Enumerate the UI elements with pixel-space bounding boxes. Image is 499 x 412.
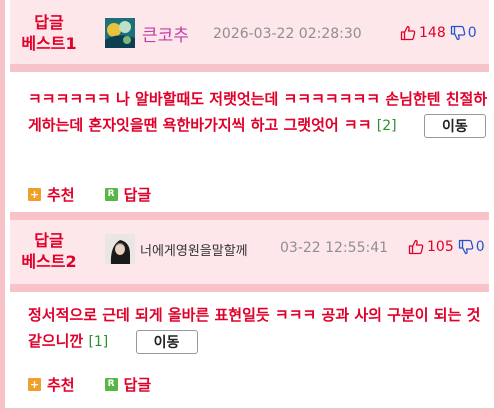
plus-icon: + bbox=[28, 188, 41, 201]
upvote-button[interactable]: 105 bbox=[408, 239, 454, 255]
best-label-line1: 답글 bbox=[34, 231, 64, 250]
recommend-button[interactable]: + 추천 bbox=[28, 374, 75, 395]
upvote-count: 105 bbox=[427, 239, 454, 255]
downvote-button[interactable]: 0 bbox=[458, 239, 485, 255]
divider bbox=[10, 64, 489, 72]
downvote-count: 0 bbox=[467, 25, 477, 41]
reply-button[interactable]: R 답글 bbox=[104, 374, 152, 395]
thumbs-down-icon bbox=[458, 239, 474, 255]
comment-header: 답글 베스트2 너에게영원을말할께 03-22 12:55:41 105 0 bbox=[10, 220, 489, 284]
comment-actions: + 추천 R 답글 bbox=[28, 374, 181, 395]
avatar[interactable] bbox=[105, 18, 135, 48]
nickname[interactable]: 큰코추 bbox=[142, 21, 189, 46]
thumbs-up-icon bbox=[400, 25, 416, 41]
recommend-button[interactable]: + 추천 bbox=[28, 184, 75, 205]
nickname[interactable]: 너에게영원을말할께 bbox=[140, 240, 248, 259]
best-label-line2: 베스트1 bbox=[21, 34, 77, 53]
move-button[interactable]: 이동 bbox=[135, 329, 198, 354]
reply-button[interactable]: R 답글 bbox=[104, 184, 152, 205]
best-label-line2: 베스트2 bbox=[21, 252, 77, 271]
recommend-label: 추천 bbox=[47, 186, 75, 204]
best-reply-label: 답글 베스트2 bbox=[10, 230, 88, 272]
comment-actions: + 추천 R 답글 bbox=[28, 184, 181, 205]
recommend-label: 추천 bbox=[47, 376, 75, 394]
downvote-button[interactable]: 0 bbox=[450, 25, 477, 41]
reply-count[interactable]: [1] bbox=[88, 334, 108, 350]
comment-text: ㅋㅋㅋㅋㅋㅋ 나 알바할때도 저랫엇는데 ㅋㅋㅋㅋㅋㅋㅋ 손님한텐 친절하게하는… bbox=[28, 90, 488, 134]
vote-box: 148 0 bbox=[400, 25, 477, 41]
comment-body: 정서적으로 근데 되게 올바른 표현일듯 ㅋㅋㅋ 공과 사의 구분이 되는 것 … bbox=[28, 302, 488, 355]
move-button[interactable]: 이동 bbox=[423, 113, 486, 138]
comment-datetime: 2026-03-22 02:28:30 bbox=[213, 26, 362, 42]
divider bbox=[10, 212, 489, 220]
thumbs-up-icon bbox=[408, 239, 424, 255]
divider bbox=[10, 284, 489, 292]
upvote-button[interactable]: 148 bbox=[400, 25, 446, 41]
downvote-count: 0 bbox=[475, 239, 485, 255]
comment-datetime: 03-22 12:55:41 bbox=[280, 240, 389, 256]
vote-box: 105 0 bbox=[408, 239, 485, 255]
comment-header: 답글 베스트1 큰코추 2026-03-22 02:28:30 148 0 bbox=[10, 0, 489, 64]
reply-count[interactable]: [2] bbox=[377, 118, 397, 134]
best-label-line1: 답글 bbox=[34, 13, 64, 32]
plus-icon: + bbox=[28, 378, 41, 391]
comment-body: ㅋㅋㅋㅋㅋㅋ 나 알바할때도 저랫엇는데 ㅋㅋㅋㅋㅋㅋㅋ 손님한텐 친절하게하는… bbox=[28, 86, 488, 139]
reply-r-icon: R bbox=[104, 188, 118, 201]
avatar[interactable] bbox=[105, 234, 135, 264]
thumbs-down-icon bbox=[450, 25, 466, 41]
reply-label: 답글 bbox=[123, 186, 152, 204]
best-reply-label: 답글 베스트1 bbox=[10, 12, 88, 54]
reply-label: 답글 bbox=[123, 376, 152, 394]
comment-list: 답글 베스트1 큰코추 2026-03-22 02:28:30 148 0 ㅋㅋ… bbox=[0, 0, 499, 412]
upvote-count: 148 bbox=[419, 25, 446, 41]
reply-r-icon: R bbox=[104, 378, 118, 391]
